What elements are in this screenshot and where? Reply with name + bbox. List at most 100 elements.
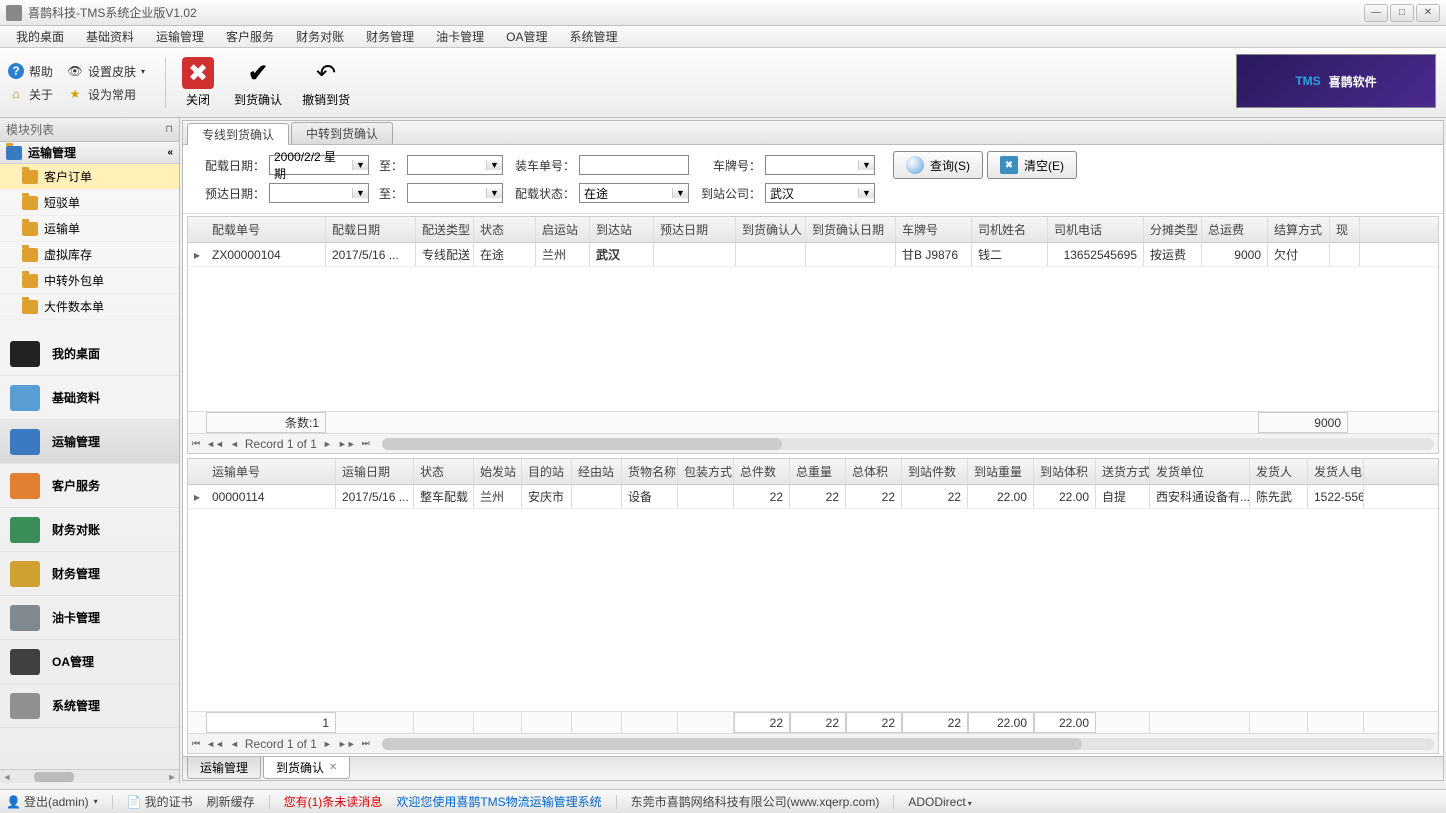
bignav-8[interactable]: 系统管理 <box>0 684 179 728</box>
col-header[interactable]: 发货人电 <box>1308 459 1364 484</box>
col-header[interactable]: 到达站 <box>590 217 654 242</box>
sidebar-scrollbar[interactable]: ◄► <box>0 769 179 783</box>
cell: 9000 <box>1202 243 1268 266</box>
bignav-7[interactable]: OA管理 <box>0 640 179 684</box>
skin-button[interactable]: 👁设置皮肤▾ <box>67 63 145 80</box>
col-header[interactable]: 经由站 <box>572 459 622 484</box>
col-header[interactable]: 总重量 <box>790 459 846 484</box>
input-arriveco[interactable]: 武汉▼ <box>765 183 875 203</box>
input-loadstatus[interactable]: 在途▼ <box>579 183 689 203</box>
input-plate[interactable]: ▼ <box>765 155 875 175</box>
sidebar-item-4[interactable]: 中转外包单 <box>0 268 179 294</box>
col-header[interactable]: 始发站 <box>474 459 522 484</box>
welcome-msg: 欢迎您使用喜鹊TMS物流运输管理系统 <box>396 793 601 810</box>
menu-customer[interactable]: 客户服务 <box>216 26 284 47</box>
logout-button[interactable]: 👤登出(admin)▾ <box>6 793 98 810</box>
menu-finrec[interactable]: 财务对账 <box>286 26 354 47</box>
col-header[interactable]: 车牌号 <box>896 217 972 242</box>
sidebar-item-2[interactable]: 运输单 <box>0 216 179 242</box>
col-header[interactable]: 目的站 <box>522 459 572 484</box>
col-header[interactable]: 到站件数 <box>902 459 968 484</box>
col-header[interactable]: 总件数 <box>734 459 790 484</box>
close-window-button[interactable]: ✕ <box>1416 4 1440 22</box>
col-header[interactable]: 状态 <box>474 217 536 242</box>
btab-arrive-confirm[interactable]: 到货确认✕ <box>263 757 350 779</box>
col-header[interactable]: 到货确认人 <box>736 217 806 242</box>
sidebar-group-transport[interactable]: 运输管理 « <box>0 142 179 164</box>
confirm-arrive-button[interactable]: ✔ 到货确认 <box>224 57 292 108</box>
btab-transport[interactable]: 运输管理 <box>187 757 261 779</box>
set-common-button[interactable]: ★设为常用 <box>67 86 145 103</box>
col-header[interactable]: 司机姓名 <box>972 217 1048 242</box>
bignav-6[interactable]: 油卡管理 <box>0 596 179 640</box>
bignav-5[interactable]: 财务管理 <box>0 552 179 596</box>
menu-transport[interactable]: 运输管理 <box>146 26 214 47</box>
col-header[interactable]: 包装方式 <box>678 459 734 484</box>
my-cert-button[interactable]: 📄我的证书 <box>127 793 193 810</box>
menu-system[interactable]: 系统管理 <box>559 26 627 47</box>
col-header[interactable]: 到站重量 <box>968 459 1034 484</box>
grid-waybill: 运输单号运输日期状态始发站目的站经由站货物名称包装方式总件数总重量总体积到站件数… <box>187 458 1439 754</box>
col-header[interactable]: 发货单位 <box>1150 459 1250 484</box>
close-button[interactable]: ✖ 关闭 <box>172 57 224 108</box>
unread-msg[interactable]: 您有(1)条未读消息 <box>284 793 383 810</box>
col-header[interactable]: 运输单号 <box>206 459 336 484</box>
menu-oilcard[interactable]: 油卡管理 <box>426 26 494 47</box>
col-header[interactable]: 到货确认日期 <box>806 217 896 242</box>
col-header[interactable]: 结算方式 <box>1268 217 1330 242</box>
menu-desktop[interactable]: 我的桌面 <box>6 26 74 47</box>
minimize-button[interactable]: — <box>1364 4 1388 22</box>
bignav-1[interactable]: 基础资料 <box>0 376 179 420</box>
table-row[interactable]: ▸ZX000001042017/5/16 ...专线配送在途兰州武汉甘B J98… <box>188 243 1438 267</box>
menu-finance[interactable]: 财务管理 <box>356 26 424 47</box>
col-header[interactable]: 现 <box>1330 217 1360 242</box>
col-header[interactable]: 货物名称 <box>622 459 678 484</box>
sidebar-item-5[interactable]: 大件数本单 <box>0 294 179 320</box>
input-estdate-to[interactable]: ▼ <box>407 183 503 203</box>
col-header[interactable]: 总运费 <box>1202 217 1268 242</box>
top-tabs: 专线到货确认 中转到货确认 <box>183 121 1443 145</box>
menu-oa[interactable]: OA管理 <box>496 26 557 47</box>
clear-button[interactable]: ✖清空(E) <box>987 151 1077 179</box>
search-button[interactable]: 查询(S) <box>893 151 983 179</box>
col-header[interactable]: 总体积 <box>846 459 902 484</box>
col-header[interactable]: 配载单号 <box>206 217 326 242</box>
col-header[interactable]: 运输日期 <box>336 459 414 484</box>
about-button[interactable]: ⌂关于 <box>8 86 53 103</box>
menu-basedata[interactable]: 基础资料 <box>76 26 144 47</box>
col-header[interactable]: 分摊类型 <box>1144 217 1202 242</box>
tab-direct-arrive[interactable]: 专线到货确认 <box>187 123 289 145</box>
bignav-4[interactable]: 财务对账 <box>0 508 179 552</box>
refresh-cache-button[interactable]: 刷新缓存 <box>207 793 255 810</box>
tab-transfer-arrive[interactable]: 中转到货确认 <box>291 122 393 144</box>
sidebar-item-3[interactable]: 虚拟库存 <box>0 242 179 268</box>
input-loadno[interactable] <box>579 155 689 175</box>
grid1-navigator[interactable]: ⏮◄◄◄ Record 1 of 1 ►►►⏭ <box>188 433 1438 453</box>
input-loaddate-from[interactable]: 2000/2/2 星期▼ <box>269 155 369 175</box>
input-loaddate-to[interactable]: ▼ <box>407 155 503 175</box>
col-header[interactable]: 发货人 <box>1250 459 1308 484</box>
close-icon[interactable]: ✕ <box>329 762 337 773</box>
col-header[interactable]: 司机电话 <box>1048 217 1144 242</box>
ado-mode[interactable]: ADODirect▾ <box>908 795 971 809</box>
col-header[interactable]: 到站体积 <box>1034 459 1096 484</box>
bignav-3[interactable]: 客户服务 <box>0 464 179 508</box>
col-header[interactable]: 启运站 <box>536 217 590 242</box>
cell <box>736 243 806 266</box>
table-row[interactable]: ▸000001142017/5/16 ...整车配载兰州安庆市设备2222222… <box>188 485 1438 509</box>
input-estdate-from[interactable]: ▼ <box>269 183 369 203</box>
bignav-2[interactable]: 运输管理 <box>0 420 179 464</box>
maximize-button[interactable]: □ <box>1390 4 1414 22</box>
sidebar-item-0[interactable]: 客户订单 <box>0 164 179 190</box>
bignav-0[interactable]: 我的桌面 <box>0 332 179 376</box>
col-header[interactable]: 预达日期 <box>654 217 736 242</box>
pin-icon[interactable]: ⊓ <box>165 124 173 135</box>
sidebar-item-1[interactable]: 短驳单 <box>0 190 179 216</box>
col-header[interactable]: 送货方式 <box>1096 459 1150 484</box>
grid2-navigator[interactable]: ⏮◄◄◄ Record 1 of 1 ►►►⏭ <box>188 733 1438 753</box>
revoke-arrive-button[interactable]: ↶ 撤销到货 <box>292 57 360 108</box>
help-button[interactable]: ?帮助 <box>8 63 53 80</box>
col-header[interactable]: 配送类型 <box>416 217 474 242</box>
col-header[interactable]: 状态 <box>414 459 474 484</box>
col-header[interactable]: 配载日期 <box>326 217 416 242</box>
